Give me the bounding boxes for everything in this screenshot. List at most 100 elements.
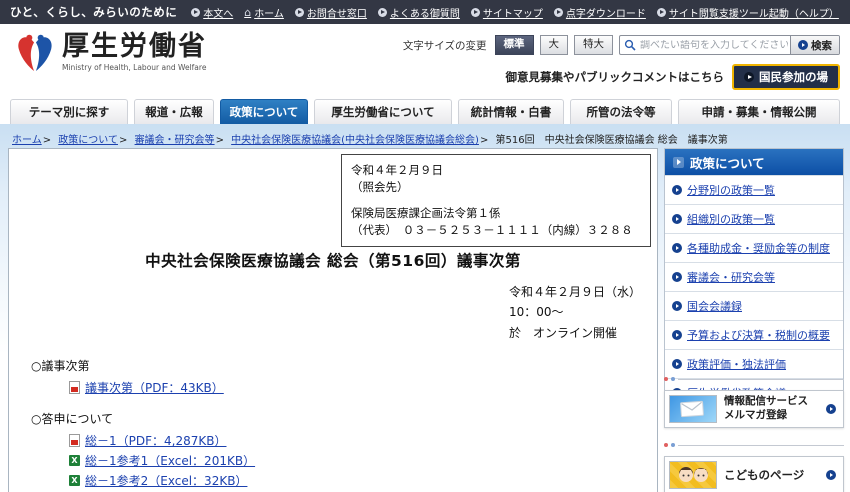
children-icon	[669, 461, 717, 489]
tab-laws[interactable]: 所管の法令等	[570, 99, 672, 128]
banner-label: 情報配信サービス メルマガ登録	[724, 395, 808, 421]
top-link-home[interactable]: ⌂ ホーム	[244, 5, 284, 20]
tab-policy[interactable]: 政策について	[220, 99, 308, 128]
breadcrumb-policy[interactable]: 政策について	[58, 135, 118, 146]
site-header: 厚生労働省 Ministry of Health, Labour and Wel…	[0, 24, 850, 92]
top-link-support-tool[interactable]: サイト閲覧支援ツール起動（ヘルプ）	[656, 5, 839, 20]
arrow-circle-icon	[672, 214, 682, 224]
logo-subtitle: Ministry of Health, Labour and Welfare	[62, 62, 207, 72]
top-link-main-content[interactable]: 本文へ	[191, 5, 233, 20]
pdf-file-icon	[69, 434, 80, 447]
envelope-icon	[669, 395, 717, 423]
policy-menu-header[interactable]: 政策について	[665, 149, 843, 175]
arrow-square-icon	[673, 156, 684, 168]
tab-theme-search[interactable]: テーマ別に探す	[10, 99, 128, 134]
top-link-sitemap[interactable]: サイトマップ	[470, 5, 543, 20]
sidebar-item-councils[interactable]: 審議会・研究会等	[665, 262, 843, 291]
banner-divider	[664, 442, 844, 448]
site-search: 検索	[619, 35, 840, 55]
sidebar-item-subsidies[interactable]: 各種助成金・奨励金等の制度	[665, 233, 843, 262]
arrow-circle-icon	[672, 330, 682, 340]
breadcrumb-councils[interactable]: 審議会・研究会等	[135, 135, 215, 146]
list-item: 議事次第（PDF：43KB）	[69, 380, 631, 395]
sidebar-item-budget[interactable]: 予算および決算・税制の概要	[665, 320, 843, 349]
arrow-circle-icon	[672, 243, 682, 253]
font-size-label: 文字サイズの変更	[402, 39, 487, 52]
font-size-standard-button[interactable]: 標準	[494, 35, 534, 55]
excel-file-icon: X	[69, 475, 80, 486]
agenda-pdf-link[interactable]: 議事次第（PDF：43KB）	[85, 379, 224, 396]
sidebar-item-policy-evaluation[interactable]: 政策評価・独法評価	[665, 349, 843, 378]
mhlw-logo[interactable]: 厚生労働省 Ministry of Health, Labour and Wel…	[16, 32, 207, 74]
search-button[interactable]: 検索	[790, 36, 839, 54]
public-comment-row: 御意見募集やパブリックコメントはこちら 国民参加の場	[505, 64, 840, 90]
event-place: 於 オンライン開催	[509, 325, 618, 340]
list-item: 総－1（PDF：4,287KB）	[69, 433, 631, 448]
tab-press[interactable]: 報道・広報	[134, 99, 214, 128]
font-size-xlarge-button[interactable]: 特大	[574, 35, 613, 55]
event-date: 令和４年２月９日（水）	[509, 285, 642, 299]
section-heading-agenda: ○議事次第	[31, 359, 90, 373]
arrow-circle-icon	[826, 404, 836, 414]
sidebar-item-policy-by-org[interactable]: 組織別の政策一覧	[665, 204, 843, 233]
sou1-pdf-link[interactable]: 総－1（PDF：4,287KB）	[85, 432, 226, 449]
pdf-file-icon	[69, 381, 80, 394]
top-link-faq[interactable]: よくある御質問	[377, 5, 460, 20]
arrow-circle-icon	[672, 301, 682, 311]
search-icon	[624, 39, 636, 51]
contact-label: （照会先）	[351, 180, 409, 195]
sou1-ref1-excel-link[interactable]: 総－1参考1（Excel：201KB）	[85, 452, 255, 469]
arrow-circle-icon	[377, 7, 387, 17]
sidebar-item-diet-records[interactable]: 国会会議録	[665, 291, 843, 320]
tab-about-mhlw[interactable]: 厚生労働省について	[314, 99, 452, 128]
arrow-circle-icon	[672, 359, 682, 369]
kids-page-banner[interactable]: こどものページ	[664, 456, 844, 492]
arrow-circle-icon	[470, 7, 480, 17]
arrow-circle-icon	[744, 72, 754, 82]
event-time: 10：00～	[509, 305, 564, 320]
search-input[interactable]	[638, 39, 790, 51]
contact-box: 令和４年２月９日 （照会先） 保険局医療課企画法令第１係 （代表） ０３－５２５…	[341, 154, 651, 247]
sidebar-item-policy-by-field[interactable]: 分野別の政策一覧	[665, 175, 843, 204]
list-item: X 総－1参考1（Excel：201KB）	[69, 453, 631, 468]
arrow-circle-icon	[191, 7, 201, 17]
top-link-contact[interactable]: お問合せ窓口	[294, 5, 367, 20]
arrow-circle-icon	[672, 185, 682, 195]
content-area: ホーム> 政策について> 審議会・研究会等> 中央社会保険医療協議会(中央社会保…	[0, 124, 850, 492]
mail-magazine-banner[interactable]: 情報配信サービス メルマガ登録	[664, 390, 844, 428]
sidebar-banners: 情報配信サービス メルマガ登録 こどものページ	[664, 376, 844, 492]
page-title: 中央社会保険医療協議会 総会（第516回）議事次第	[145, 252, 521, 270]
site-tagline: ひと、くらし、みらいのために	[10, 5, 178, 19]
top-links: 本文へ ⌂ ホーム お問合せ窓口 よくある御質問 サイトマップ 点字ダウンロード …	[191, 5, 850, 20]
event-info: 令和４年２月９日（水） 10：00～ 於 オンライン開催	[509, 282, 641, 343]
global-nav: テーマ別に探す 報道・広報 政策について 厚生労働省について 統計情報・白書 所…	[0, 92, 850, 134]
mhlw-heart-logo-icon	[18, 34, 52, 72]
top-utility-bar: ひと、くらし、みらいのために 本文へ ⌂ ホーム お問合せ窓口 よくある御質問 サ…	[0, 0, 850, 24]
list-item: X 総－1参考2（Excel：32KB）	[69, 473, 631, 488]
excel-file-icon: X	[69, 455, 80, 466]
home-icon: ⌂	[244, 5, 252, 19]
logo-title: 厚生労働省	[62, 31, 207, 62]
banner-label: こどものページ	[724, 467, 805, 482]
breadcrumb-home[interactable]: ホーム	[12, 135, 42, 146]
arrow-circle-icon	[798, 40, 808, 50]
contact-department: 保険局医療課企画法令第１係	[351, 205, 501, 220]
contact-date: 令和４年２月９日	[351, 163, 443, 177]
document-lists: ○議事次第 議事次第（PDF：43KB） ○答申について 総－1（PDF：4,2…	[31, 357, 631, 492]
header-controls: 文字サイズの変更 標準 大 特大 検索	[403, 35, 840, 55]
breadcrumb-current: 第516回 中央社会保険医療協議会 総会 議事次第	[495, 135, 728, 146]
feedback-text: 御意見募集やパブリックコメントはこちら	[505, 70, 725, 84]
page: ひと、くらし、みらいのために 本文へ ⌂ ホーム お問合せ窓口 よくある御質問 サ…	[0, 0, 850, 492]
top-link-braille[interactable]: 点字ダウンロード	[553, 5, 646, 20]
tab-applications[interactable]: 申請・募集・情報公開	[678, 99, 840, 128]
public-participation-button[interactable]: 国民参加の場	[732, 64, 840, 90]
tab-statistics[interactable]: 統計情報・白書	[458, 99, 564, 128]
font-size-large-button[interactable]: 大	[539, 35, 568, 55]
breadcrumb-chuikyo[interactable]: 中央社会保険医療協議会(中央社会保険医療協議会総会)	[231, 135, 479, 146]
contact-phone: （代表） ０３－５２５３－１１１１（内線）３２８８	[351, 222, 633, 237]
arrow-circle-icon	[672, 272, 682, 282]
banner-divider	[664, 376, 844, 382]
sou1-ref2-excel-link[interactable]: 総－1参考2（Excel：32KB）	[85, 472, 247, 489]
arrow-circle-icon	[553, 7, 563, 17]
sidebar: 政策について 分野別の政策一覧 組織別の政策一覧 各種助成金・奨励金等の制度 審…	[664, 148, 844, 408]
